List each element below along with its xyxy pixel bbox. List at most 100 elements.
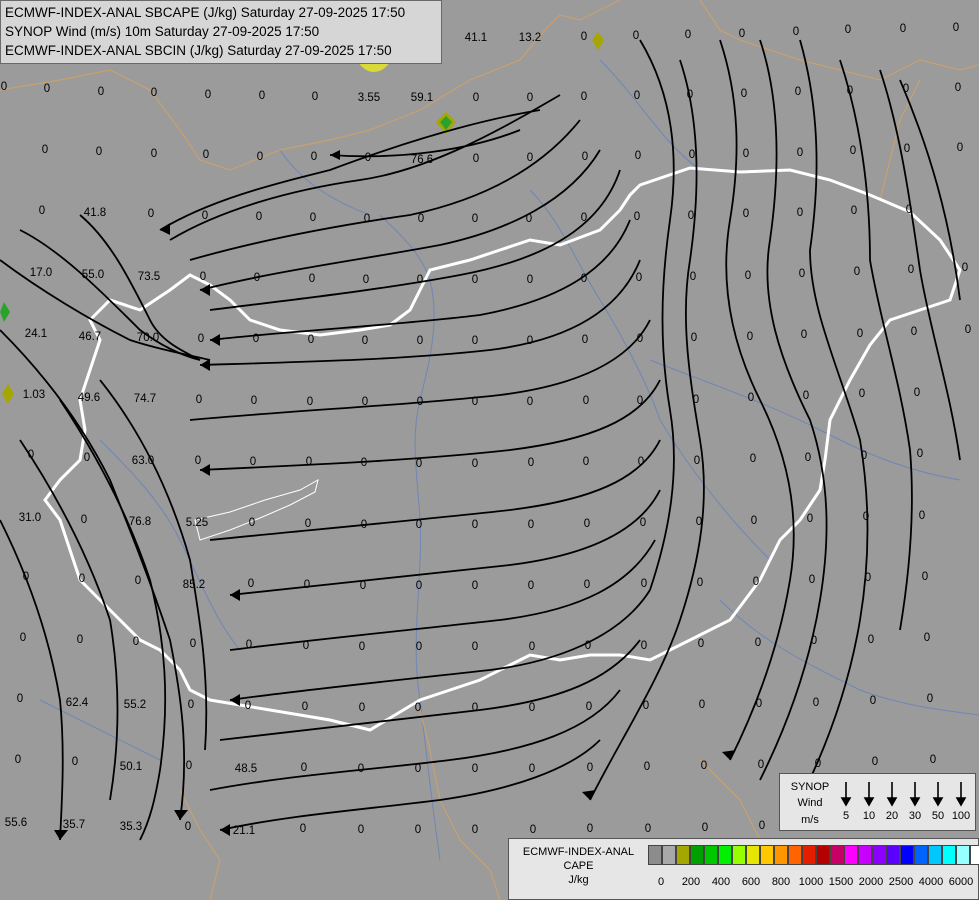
cape-color-swatch bbox=[914, 845, 928, 865]
cape-color-swatch bbox=[942, 845, 956, 865]
point-value: 0 bbox=[857, 328, 863, 340]
cape-color-swatch bbox=[900, 845, 914, 865]
point-value: 0 bbox=[813, 697, 819, 709]
cape-legend-subtitle: CAPE bbox=[563, 860, 594, 872]
point-value: 0 bbox=[803, 390, 809, 402]
point-value: 0 bbox=[359, 702, 365, 714]
point-value: 0 bbox=[42, 144, 48, 156]
point-value: 0 bbox=[755, 637, 761, 649]
point-value: 0 bbox=[957, 142, 963, 154]
point-value: 0 bbox=[472, 396, 478, 408]
point-value: 0 bbox=[685, 29, 691, 41]
point-value: 0 bbox=[81, 514, 87, 526]
point-value: 0 bbox=[914, 387, 920, 399]
point-value: 0 bbox=[472, 702, 478, 714]
point-value: 0 bbox=[694, 455, 700, 467]
point-value: 0 bbox=[472, 519, 478, 531]
cape-color-swatch bbox=[662, 845, 676, 865]
point-value: 76.8 bbox=[129, 516, 151, 528]
point-value: 0 bbox=[851, 205, 857, 217]
point-value: 0 bbox=[23, 571, 29, 583]
point-value: 50.1 bbox=[120, 761, 142, 773]
point-value: 0 bbox=[72, 756, 78, 768]
point-value: 0 bbox=[302, 701, 308, 713]
point-value: 0 bbox=[526, 213, 532, 225]
cape-color-swatch bbox=[774, 845, 788, 865]
point-value: 0 bbox=[809, 574, 815, 586]
point-value: 0 bbox=[472, 580, 478, 592]
point-value: 0 bbox=[644, 761, 650, 773]
point-value: 0 bbox=[415, 763, 421, 775]
point-value: 0 bbox=[859, 388, 865, 400]
point-value: 0 bbox=[953, 22, 959, 34]
point-value: 0 bbox=[306, 456, 312, 468]
point-value: 41.8 bbox=[84, 207, 106, 219]
point-value: 0 bbox=[585, 640, 591, 652]
title-line-2: SYNOP Wind (m/s) 10m Saturday 27-09-2025… bbox=[5, 24, 320, 39]
point-value: 0 bbox=[529, 702, 535, 714]
point-value: 0 bbox=[84, 452, 90, 464]
cape-color-swatch bbox=[690, 845, 704, 865]
point-value: 0 bbox=[583, 456, 589, 468]
point-value: 24.1 bbox=[25, 328, 47, 340]
point-value: 0 bbox=[634, 211, 640, 223]
point-value: 0 bbox=[188, 699, 194, 711]
point-value: 0 bbox=[753, 576, 759, 588]
point-value: 0 bbox=[799, 268, 805, 280]
point-value: 0 bbox=[148, 208, 154, 220]
point-value: 62.4 bbox=[66, 697, 89, 709]
point-value: 0 bbox=[249, 517, 255, 529]
point-value: 0 bbox=[528, 457, 534, 469]
point-value: 0 bbox=[203, 149, 209, 161]
point-value: 0 bbox=[917, 448, 923, 460]
point-value: 49.6 bbox=[78, 392, 100, 404]
point-value: 0 bbox=[245, 700, 251, 712]
point-value: 17.0 bbox=[30, 267, 52, 279]
point-value: 0 bbox=[360, 580, 366, 592]
point-value: 0 bbox=[847, 85, 853, 97]
point-value: 0 bbox=[854, 266, 860, 278]
point-value: 0 bbox=[870, 695, 876, 707]
point-value: 0 bbox=[200, 271, 206, 283]
point-value: 0 bbox=[472, 641, 478, 653]
point-value: 0 bbox=[795, 86, 801, 98]
point-value: 0 bbox=[687, 89, 693, 101]
cape-color-swatch bbox=[788, 845, 802, 865]
point-value: 0 bbox=[758, 759, 764, 771]
point-value: 0 bbox=[634, 90, 640, 102]
point-value: 0 bbox=[417, 274, 423, 286]
point-value: 0 bbox=[903, 83, 909, 95]
point-value: 0 bbox=[751, 515, 757, 527]
point-value: 0 bbox=[863, 511, 869, 523]
cape-legend-unit: J/kg bbox=[568, 874, 589, 886]
point-value: 0 bbox=[417, 396, 423, 408]
cape-color-legend: ECMWF-INDEX-ANAL CAPE J/kg 0 200 400 600 800… bbox=[508, 838, 979, 900]
cape-color-swatch bbox=[676, 845, 690, 865]
point-value: 46.7 bbox=[79, 331, 101, 343]
point-value: 0 bbox=[246, 639, 252, 651]
point-value: 0 bbox=[698, 638, 704, 650]
point-value: 0 bbox=[20, 632, 26, 644]
point-value: 0 bbox=[202, 210, 208, 222]
point-value: 0 bbox=[745, 270, 751, 282]
point-value: 0 bbox=[253, 333, 259, 345]
rivers bbox=[39, 59, 979, 861]
title-box: ECMWF-INDEX-ANAL SBCAPE (J/kg) Saturday … bbox=[0, 0, 442, 64]
point-value: 0 bbox=[587, 823, 593, 835]
point-value: 0 bbox=[927, 693, 933, 705]
point-value: 0 bbox=[759, 820, 765, 832]
point-value: 0 bbox=[416, 519, 422, 531]
point-value: 0 bbox=[645, 823, 651, 835]
point-value: 0 bbox=[904, 143, 910, 155]
cape-color-swatch bbox=[816, 845, 830, 865]
point-value: 0 bbox=[473, 153, 479, 165]
point-value: 0 bbox=[28, 449, 34, 461]
point-value: 0 bbox=[581, 31, 587, 43]
synop-legend-title: SYNOP bbox=[790, 781, 830, 793]
point-value: 0 bbox=[254, 272, 260, 284]
point-value: 0 bbox=[472, 763, 478, 775]
point-value: 0 bbox=[248, 578, 254, 590]
point-value: 0 bbox=[756, 698, 762, 710]
point-value: 0 bbox=[633, 30, 639, 42]
cape-color-swatch bbox=[718, 845, 732, 865]
